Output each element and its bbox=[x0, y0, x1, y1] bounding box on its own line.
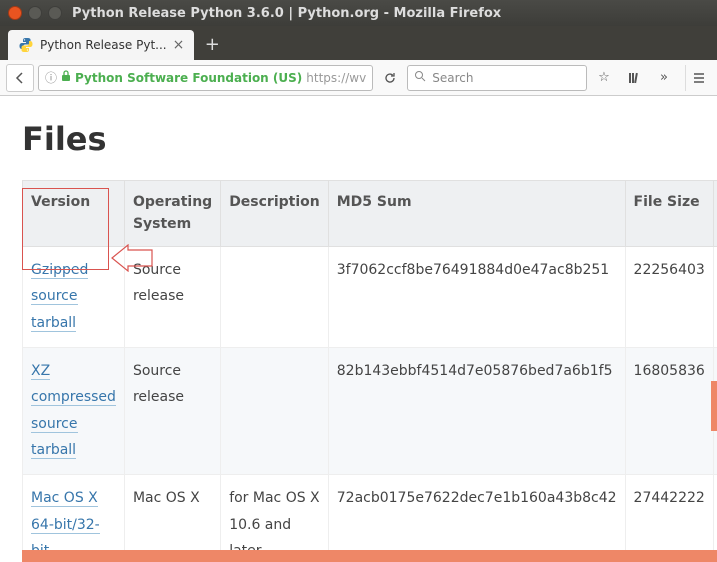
window-title: Python Release Python 3.6.0 | Python.org… bbox=[72, 6, 501, 21]
th-desc: Description bbox=[221, 181, 329, 247]
browser-tab[interactable]: Python Release Pyt... × bbox=[8, 30, 194, 60]
bottom-overflow-indicator bbox=[22, 550, 717, 562]
tab-title: Python Release Pyt... bbox=[40, 38, 167, 52]
page-content: Files Version Operating System Descripti… bbox=[0, 96, 717, 562]
scroll-indicator[interactable] bbox=[711, 381, 717, 431]
os-cell: Source release bbox=[124, 246, 220, 347]
navigation-toolbar: ⓘ Python Software Foundation (US) https:… bbox=[0, 60, 717, 96]
th-gpg: GPG bbox=[713, 181, 717, 247]
table-row: Gzipped source tarball Source release 3f… bbox=[23, 246, 717, 347]
size-cell: 27442222 bbox=[625, 474, 713, 562]
search-placeholder: Search bbox=[432, 71, 473, 85]
close-tab-button[interactable]: × bbox=[173, 38, 185, 52]
table-header-row: Version Operating System Description MD5… bbox=[23, 181, 717, 247]
new-tab-button[interactable]: + bbox=[198, 30, 226, 58]
th-size: File Size bbox=[625, 181, 713, 247]
python-favicon bbox=[18, 37, 34, 53]
menu-button[interactable] bbox=[685, 65, 711, 91]
desc-cell bbox=[221, 246, 329, 347]
size-cell: 22256403 bbox=[625, 246, 713, 347]
os-cell: Source release bbox=[124, 347, 220, 474]
lock-icon bbox=[61, 70, 71, 85]
page-heading: Files bbox=[22, 120, 695, 158]
th-os: Operating System bbox=[124, 181, 220, 247]
window-titlebar: Python Release Python 3.6.0 | Python.org… bbox=[0, 0, 717, 26]
table-row: XZ compressed source tarball Source rele… bbox=[23, 347, 717, 474]
library-button[interactable] bbox=[621, 65, 647, 91]
overflow-button[interactable]: » bbox=[651, 65, 677, 91]
os-cell: Mac OS X bbox=[124, 474, 220, 562]
url-text: https://wv bbox=[306, 71, 366, 85]
cert-org: Python Software Foundation (US) bbox=[75, 71, 302, 85]
desc-cell: for Mac OS X 10.6 and later bbox=[221, 474, 329, 562]
search-icon bbox=[414, 70, 426, 85]
md5-cell: 3f7062ccf8be76491884d0e47ac8b251 bbox=[328, 246, 625, 347]
bookmark-star-button[interactable]: ☆ bbox=[591, 65, 617, 91]
th-version: Version bbox=[23, 181, 125, 247]
size-cell: 16805836 bbox=[625, 347, 713, 474]
url-bar[interactable]: ⓘ Python Software Foundation (US) https:… bbox=[38, 65, 373, 91]
version-link[interactable]: Gzipped source tarball bbox=[31, 262, 88, 332]
version-link[interactable]: XZ compressed source tarball bbox=[31, 363, 116, 460]
search-box[interactable]: Search bbox=[407, 65, 587, 91]
th-md5: MD5 Sum bbox=[328, 181, 625, 247]
reload-button[interactable] bbox=[377, 65, 403, 91]
minimize-window-button[interactable] bbox=[28, 6, 42, 20]
md5-cell: 82b143ebbf4514d7e05876bed7a6b1f5 bbox=[328, 347, 625, 474]
table-row: Mac OS X 64-bit/32-bit Mac OS X for Mac … bbox=[23, 474, 717, 562]
maximize-window-button[interactable] bbox=[48, 6, 62, 20]
tab-strip: Python Release Pyt... × + bbox=[0, 26, 717, 60]
md5-cell: 72acb0175e7622dec7e1b160a43b8c42 bbox=[328, 474, 625, 562]
files-table: Version Operating System Description MD5… bbox=[22, 180, 717, 562]
window-controls bbox=[8, 6, 62, 20]
back-button[interactable] bbox=[6, 64, 34, 92]
info-icon: ⓘ bbox=[45, 69, 57, 86]
close-window-button[interactable] bbox=[8, 6, 22, 20]
desc-cell bbox=[221, 347, 329, 474]
